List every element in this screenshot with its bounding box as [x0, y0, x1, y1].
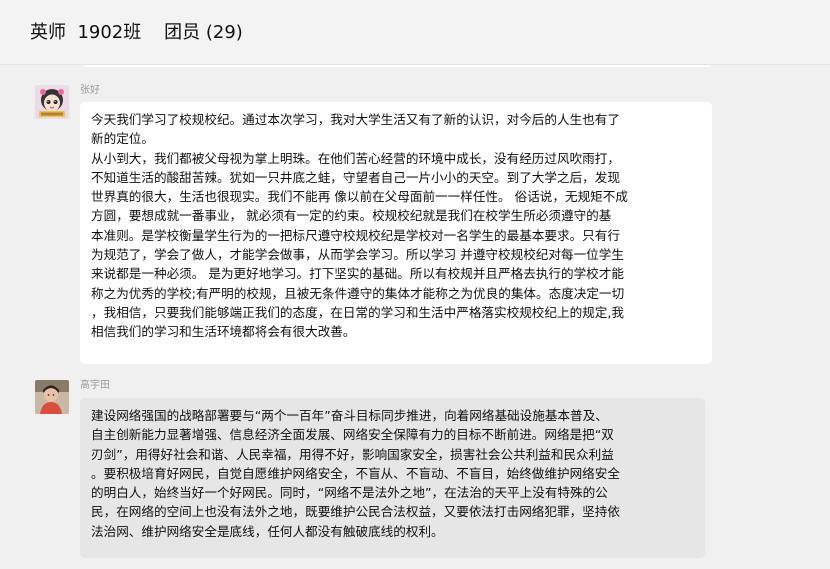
cartoon-girl-avatar-icon[interactable] [35, 85, 69, 119]
message-line: 来说都是一种必须。 是为更好地学习。打下坚实的基础。所以有校规并且严格去执行的学… [91, 266, 624, 282]
chat-title[interactable]: 英师 1902班 团员 (29) [30, 18, 243, 44]
message-line: 世界真的很大，生活也很现实。我们不能再 像以前在父母面前一一样任性。 俗话说，无… [91, 189, 628, 205]
message-list[interactable]: 张好 今天我们学习了校规校纪。通过本次学习，我对大学生活又有了新的认识，对今后的… [0, 65, 830, 569]
message-line: 不知道生活的酸甜苦辣。犹如一只井底之蛙，守望者自己一片小小的天空。到了大学之后，… [91, 169, 620, 185]
message-line: 法治网、维护网络安全是底线，任何人都没有触破底线的权利。 [91, 523, 444, 539]
person-photo-avatar-icon[interactable] [35, 380, 69, 414]
message-line: 从小到大，我们都被父母视为掌上明珠。在他们苦心经营的环境中成长，没有经历过风吹雨… [91, 150, 620, 166]
message-bubble[interactable]: 今天我们学习了校规校纪。通过本次学习，我对大学生活又有了新的认识，对今后的人生也… [80, 102, 712, 364]
message-line: ，我相信，只要我们能够端正我们的态度，在日常的学习和生活中严格落实校规校纪上的规… [91, 304, 624, 320]
scrollbar[interactable] [824, 65, 830, 569]
message-line: 称之为优秀的学校;有严明的校规，且被无条件遵守的集体才能称之为优良的集体。态度决… [91, 285, 625, 301]
previous-message-bubble [82, 65, 712, 67]
message-line: 自主创新能力显著增强、信息经济全面发展、网络安全保障有力的目标不断前进。网络是把… [91, 427, 614, 443]
sender-name: 张好 [80, 85, 100, 96]
message-line: 本准则。是学校衡量学生行为的一把标尺遵守校规校纪是学校对一名学生的最基本要求。只… [91, 227, 620, 243]
message-bubble[interactable]: 建设网络强国的战略部署要与“两个一百年”奋斗目标同步推进，向着网络基础设施基本普… [80, 398, 705, 558]
message-line: 。要积极培育好网民，自觉自愿维护网络安全，不盲从、不盲动、不盲目，始终做维护网络… [91, 465, 620, 481]
message-line: 民，在网络的空间上也没有法外之地，既要维护公民合法权益，又要依法打击网络犯罪，坚… [91, 504, 620, 520]
message-line: 今天我们学习了校规校纪。通过本次学习，我对大学生活又有了新的认识，对今后的人生也… [91, 112, 620, 127]
message-line: 相信我们的学习和生活环境都将会有很大改善。 [91, 324, 356, 340]
message-line: 方圆，要想成就一番事业， 就必须有一定的约束。校规校纪就是我们在校学生所必须遵守… [91, 208, 612, 224]
message-line: 为规范了，学会了做人，才能学会做事，从而学会学习。所以学习 并遵守校规校纪对每一… [91, 247, 624, 263]
message-line: 刃剑”，用得好社会和谐、人民幸福，用得不好，影响国家安全，损害社会公共利益和民众… [91, 446, 614, 462]
chat-header: 英师 1902班 团员 (29) [0, 0, 830, 65]
message-line: 新的定位。 [91, 131, 154, 147]
message-line: 建设网络强国的战略部署要与“两个一百年”奋斗目标同步推进，向着网络基础设施基本普… [91, 408, 608, 423]
sender-name: 高宇田 [80, 380, 110, 391]
message-line: 的明白人，始终当好一个好网民。同时，“网络不是法外之地”，在法治的天平上没有特殊… [91, 485, 608, 501]
